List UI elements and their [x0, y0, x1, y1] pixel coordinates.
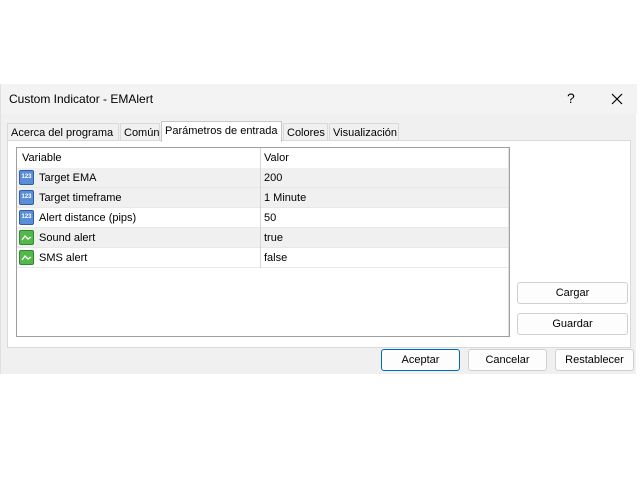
- table-row[interactable]: 123 Alert distance (pips) 50: [17, 208, 509, 228]
- tab-common[interactable]: Común: [120, 123, 160, 141]
- number-123-icon: 123: [19, 190, 34, 205]
- column-divider: [508, 148, 509, 336]
- title-bar: Custom Indicator - EMAlert ?: [1, 84, 637, 114]
- tab-visualization[interactable]: Visualización: [329, 123, 399, 141]
- accept-button[interactable]: Aceptar: [381, 349, 460, 371]
- number-123-icon: 123: [19, 170, 34, 185]
- variable-name: Target EMA: [39, 172, 97, 184]
- tab-colors[interactable]: Colores: [283, 123, 328, 141]
- tab-label: Visualización: [333, 127, 398, 139]
- header-value[interactable]: Valor: [261, 148, 509, 168]
- tab-about[interactable]: Acerca del programa: [7, 123, 119, 141]
- tab-input-parameters[interactable]: Parámetros de entrada: [161, 121, 282, 142]
- tab-label: Colores: [287, 127, 325, 139]
- tab-label: Acerca del programa: [11, 127, 114, 139]
- save-button[interactable]: Guardar: [517, 313, 628, 335]
- variable-cell: 123 Target EMA: [17, 168, 261, 188]
- close-icon[interactable]: [604, 89, 630, 109]
- value-cell[interactable]: 1 Minute: [261, 188, 509, 208]
- variable-name: SMS alert: [39, 252, 88, 264]
- header-variable[interactable]: Variable: [17, 148, 261, 168]
- table-row[interactable]: SMS alert false: [17, 248, 509, 268]
- table-row[interactable]: Sound alert true: [17, 228, 509, 248]
- variable-name: Alert distance (pips): [39, 212, 137, 224]
- reset-button[interactable]: Restablecer: [555, 349, 634, 371]
- value-cell[interactable]: true: [261, 228, 509, 248]
- load-button[interactable]: Cargar: [517, 282, 628, 304]
- variable-cell: 123 Alert distance (pips): [17, 208, 261, 228]
- variable-cell: 123 Target timeframe: [17, 188, 261, 208]
- number-123-icon: 123: [19, 210, 34, 225]
- cancel-button[interactable]: Cancelar: [468, 349, 547, 371]
- help-icon[interactable]: ?: [567, 90, 575, 106]
- window-title: Custom Indicator - EMAlert: [9, 92, 154, 106]
- value-cell[interactable]: false: [261, 248, 509, 268]
- variable-cell: SMS alert: [17, 248, 261, 268]
- tab-panel: Variable Valor 123 Target EMA 200 123 Ta…: [7, 140, 631, 348]
- parameters-table[interactable]: Variable Valor 123 Target EMA 200 123 Ta…: [16, 147, 510, 337]
- tab-label: Parámetros de entrada: [165, 125, 278, 137]
- value-cell[interactable]: 50: [261, 208, 509, 228]
- variable-name: Target timeframe: [39, 192, 122, 204]
- table-header: Variable Valor: [17, 148, 509, 169]
- tab-label: Común: [124, 127, 160, 139]
- boolean-toggle-icon: [19, 250, 34, 265]
- value-cell[interactable]: 200: [261, 168, 509, 188]
- table-row[interactable]: 123 Target EMA 200: [17, 168, 509, 188]
- variable-name: Sound alert: [39, 232, 96, 244]
- boolean-toggle-icon: [19, 230, 34, 245]
- table-row[interactable]: 123 Target timeframe 1 Minute: [17, 188, 509, 208]
- variable-cell: Sound alert: [17, 228, 261, 248]
- indicator-dialog: Custom Indicator - EMAlert ? Acerca del …: [0, 84, 637, 374]
